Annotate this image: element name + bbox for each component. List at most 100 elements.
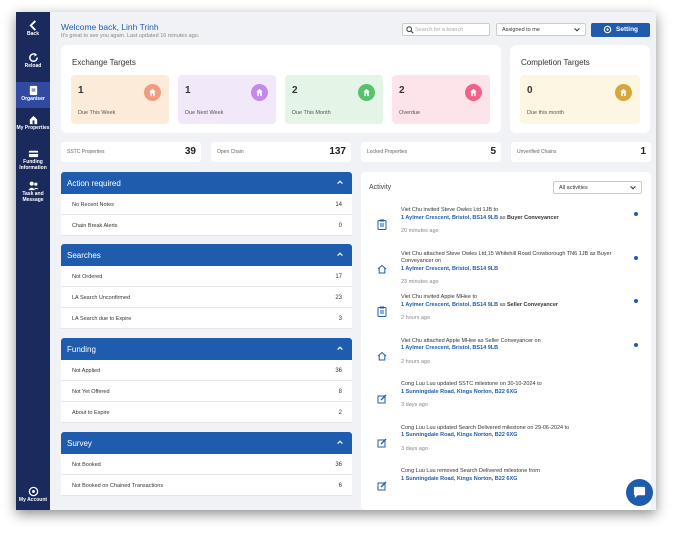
- stat-card[interactable]: SSTC Properties 39: [61, 142, 201, 162]
- activity-item[interactable]: Cong Luu Luu removed Search Delivered mi…: [361, 466, 651, 509]
- row-label: Not Ordered: [72, 274, 103, 280]
- sidebar-item-label: Task and Message: [22, 191, 44, 203]
- completion-targets-title: Completion Targets: [521, 58, 590, 67]
- organiser-icon: [29, 85, 37, 96]
- activity-text: Cong Luu Luu updated SSTC milestone on 3…: [401, 381, 631, 396]
- panel-row[interactable]: No Recent Notes 14: [61, 194, 352, 215]
- home-icon: [377, 261, 387, 279]
- activity-role: Seller Conveyancer: [506, 301, 559, 308]
- activity-panel: Activity All activities Viet Chu invited…: [361, 172, 651, 510]
- page-title: Welcome back, Linh Trinh: [61, 22, 159, 32]
- activity-address-link[interactable]: 1 Aylmer Crescent, Bristol, BS14 9LB: [401, 345, 498, 351]
- sidebar-item-my-account[interactable]: My Account: [16, 486, 50, 506]
- activity-title: Activity: [369, 184, 392, 191]
- sidebar-item-label: Organiser: [21, 96, 45, 102]
- sidebar-item-funding-information[interactable]: Funding Information: [16, 148, 50, 174]
- row-label: Chain Break Alerts: [72, 223, 118, 229]
- setting-button[interactable]: Setting: [591, 23, 650, 37]
- gear-icon: [603, 25, 612, 34]
- stat-value: 137: [329, 146, 346, 157]
- activity-item[interactable]: Viet Chu attached Steve Owles Ltd,15 Whi…: [361, 249, 651, 292]
- activity-item[interactable]: Viet Chu invited Apple MHee to 1 Aylmer C…: [361, 292, 651, 335]
- activity-as: as: [499, 301, 506, 308]
- chevron-up-icon[interactable]: [336, 438, 344, 448]
- activity-text: Viet Chu attached Steve Owles Ltd,15 Whi…: [401, 251, 631, 274]
- activity-address-link[interactable]: 1 Sunningdale Road, Kings Norton, B22 6X…: [401, 432, 517, 438]
- row-count: 2: [338, 410, 342, 416]
- row-label: Not Booked: [72, 462, 101, 468]
- activity-item[interactable]: Cong Luu Luu updated Search Delivered mi…: [361, 423, 651, 466]
- target-label: Overdue: [399, 110, 421, 116]
- chevron-up-icon[interactable]: [336, 250, 344, 260]
- activity-as: as: [499, 214, 506, 221]
- clipboard-icon: [377, 304, 387, 322]
- panel-header[interactable]: Action required: [61, 172, 352, 194]
- sidebar-item-label: Back: [27, 31, 39, 37]
- panel-header[interactable]: Searches: [61, 244, 352, 266]
- activity-address-link[interactable]: 1 Aylmer Crescent, Bristol, BS14 9LB: [401, 266, 498, 272]
- chevron-up-icon[interactable]: [336, 344, 344, 354]
- branch-search-input[interactable]: Search for a branch: [402, 23, 490, 36]
- activity-filter-value: All activities: [559, 185, 588, 191]
- activity-description: Viet Chu invited Steve Owles Ltd 1JB to: [401, 207, 499, 213]
- sidebar-item-reload[interactable]: Reload: [16, 52, 50, 78]
- properties-icon: [29, 115, 37, 125]
- target-count: 2: [292, 85, 298, 96]
- chevron-down-icon: [574, 28, 580, 32]
- panel-header[interactable]: Survey: [61, 432, 352, 454]
- activity-item[interactable]: Cong Luu Luu updated SSTC milestone on 3…: [361, 379, 651, 422]
- panel-row[interactable]: Not Ordered 17: [61, 266, 352, 287]
- activity-address-link[interactable]: 1 Sunningdale Road, Kings Norton, B22 6X…: [401, 389, 517, 395]
- row-count: 36: [335, 462, 342, 468]
- panel-row[interactable]: Not Yet Offered 8: [61, 381, 352, 402]
- panel-header[interactable]: Funding: [61, 338, 352, 360]
- target-tile[interactable]: 2 Overdue: [392, 75, 490, 124]
- sidebar-item-back[interactable]: Back: [16, 20, 50, 46]
- activity-role: Buyer Conveyancer: [506, 214, 559, 221]
- activity-item[interactable]: Viet Chu attached Apple MHee as Seller C…: [361, 336, 651, 379]
- stat-card[interactable]: Open Chain 137: [211, 142, 351, 162]
- stat-card[interactable]: Locked Properties 5: [361, 142, 501, 162]
- target-tile[interactable]: 0 Due this month: [520, 75, 640, 124]
- target-tile[interactable]: 1 Due Next Week: [178, 75, 276, 124]
- edit-icon: [377, 435, 387, 453]
- row-count: 36: [335, 368, 342, 374]
- activity-time: 3 days ago: [401, 402, 428, 408]
- activity-item[interactable]: Viet Chu invited Steve Owles Ltd 1JB to 1…: [361, 205, 651, 248]
- target-tile[interactable]: 1 Due This Week: [71, 75, 169, 124]
- stat-card[interactable]: Unverified Chains 1: [511, 142, 651, 162]
- target-tile[interactable]: 2 Due This Month: [285, 75, 383, 124]
- unread-dot: [634, 342, 638, 347]
- stat-label: Open Chain: [217, 149, 244, 155]
- activity-filter-select[interactable]: All activities: [553, 181, 642, 194]
- chevron-up-icon[interactable]: [336, 178, 344, 188]
- row-count: 17: [335, 274, 342, 280]
- stat-label: Unverified Chains: [517, 149, 557, 155]
- clipboard-icon: [377, 217, 387, 235]
- summary-panel: Survey Not Booked 36 Not Booked on Chained …: [61, 432, 352, 496]
- panel-row[interactable]: LA Search Unconfirmed 23: [61, 287, 352, 308]
- assigned-filter-select[interactable]: Assigned to me: [496, 23, 586, 36]
- home-icon: [358, 84, 375, 101]
- panel-title: Survey: [67, 439, 92, 448]
- panel-row[interactable]: About to Expire 2: [61, 402, 352, 423]
- panel-row[interactable]: LA Search due to Expire 3: [61, 308, 352, 329]
- sidebar-item-organiser[interactable]: Organiser: [16, 82, 50, 108]
- panel-title: Searches: [67, 251, 101, 260]
- panel-row[interactable]: Not Booked 36: [61, 454, 352, 475]
- chat-button[interactable]: [626, 479, 653, 506]
- panel-row[interactable]: Not Applied 36: [61, 360, 352, 381]
- setting-label: Setting: [616, 26, 639, 33]
- panel-row[interactable]: Chain Break Alerts 0: [61, 215, 352, 236]
- activity-address-link[interactable]: 1 Sunningdale Road, Kings Norton, B22 6X…: [401, 476, 517, 482]
- sidebar-item-my-properties[interactable]: My Properties: [16, 114, 50, 140]
- completion-targets-card: Completion Targets 0 Due this month: [510, 45, 650, 133]
- activity-address-link[interactable]: 1 Aylmer Crescent, Bristol, BS14 9LB: [401, 302, 498, 308]
- sidebar-item-label: My Properties: [16, 125, 50, 131]
- row-count: 6: [338, 483, 342, 489]
- panel-row[interactable]: Not Booked on Chained Transactions 6: [61, 475, 352, 496]
- activity-address-link[interactable]: 1 Aylmer Crescent, Bristol, BS14 9LB: [401, 215, 498, 221]
- sidebar-item-task-and-message[interactable]: Task and Message: [16, 180, 50, 206]
- page-subtitle: It's great to see you again. Last update…: [61, 33, 200, 39]
- activity-text: Cong Luu Luu updated Search Delivered mi…: [401, 425, 631, 440]
